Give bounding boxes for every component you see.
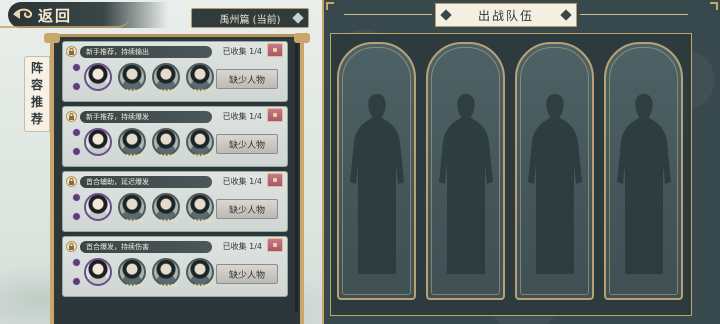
hero-avatar[interactable]: ★★★★★ bbox=[186, 258, 214, 289]
rank-badge-icon bbox=[71, 193, 81, 221]
lineup-card[interactable]: 首合爆发，持续伤害 已收集 1/4 ★★★★★ ★★★★★ ★★★★★ 缺少人物 bbox=[62, 236, 288, 297]
missing-hero-button[interactable]: 缺少人物 bbox=[216, 199, 278, 219]
lineup-card[interactable]: 首合辅助，延迟爆发 已收集 1/4 ★★★★★ ★★★★★ ★★★★★ 缺少人物 bbox=[62, 171, 288, 232]
list-scrollbar[interactable] bbox=[295, 43, 298, 313]
hero-avatar[interactable] bbox=[84, 63, 112, 91]
lineup-card[interactable]: 新手推荐，持续爆发 已收集 1/4 ★★★★★ ★★★★★ ★★★★★ 缺少人物 bbox=[62, 106, 288, 167]
team-slots bbox=[330, 33, 692, 316]
tab-char: 荐 bbox=[30, 112, 43, 126]
lock-icon bbox=[66, 176, 77, 187]
team-slot-3[interactable] bbox=[515, 42, 594, 300]
decorative-line bbox=[344, 14, 432, 15]
lineup-list-panel[interactable]: 新手推荐，持续输出 已收集 1/4 ★★★★★ ★★★★★ ★★★★★ 缺少人物… bbox=[44, 33, 310, 324]
tab-char: 阵 bbox=[30, 61, 43, 75]
missing-hero-button[interactable]: 缺少人物 bbox=[216, 264, 278, 284]
treasure-chest-icon[interactable] bbox=[267, 108, 283, 122]
corner-ornament bbox=[710, 2, 718, 10]
empty-hero-silhouette bbox=[617, 94, 671, 274]
team-panel: 出战队伍 bbox=[322, 0, 720, 324]
hero-avatar[interactable]: ★★★★★ bbox=[152, 193, 180, 224]
hero-avatar[interactable]: ★★★★★ bbox=[118, 193, 146, 224]
lineup-title: 新手推荐，持续爆发 bbox=[80, 110, 212, 123]
scroll-roll-end bbox=[294, 33, 310, 43]
hero-avatar[interactable]: ★★★★★ bbox=[152, 258, 180, 289]
hero-avatar[interactable]: ★★★★★ bbox=[152, 63, 180, 94]
lineup-title: 首合辅助，延迟爆发 bbox=[80, 175, 212, 188]
hero-avatar[interactable]: ★★★★★ bbox=[118, 63, 146, 94]
corner-ornament bbox=[326, 2, 334, 10]
lineup-card[interactable]: 新手推荐，持续输出 已收集 1/4 ★★★★★ ★★★★★ ★★★★★ 缺少人物 bbox=[62, 41, 288, 102]
hero-avatar[interactable]: ★★★★★ bbox=[186, 193, 214, 224]
empty-hero-silhouette bbox=[439, 94, 493, 274]
hero-avatar[interactable]: ★★★★★ bbox=[118, 128, 146, 159]
tab-lineup-recommend[interactable]: 阵 容 推 荐 bbox=[24, 56, 50, 132]
collected-count: 已收集 1/4 bbox=[222, 47, 262, 56]
chapter-label: 禹州篇 (当前) bbox=[219, 14, 281, 26]
hero-avatar[interactable] bbox=[84, 128, 112, 156]
team-slot-4[interactable] bbox=[604, 42, 683, 300]
lineup-title: 新手推荐，持续输出 bbox=[80, 45, 212, 58]
scroll-roll-end bbox=[44, 33, 60, 43]
treasure-chest-icon[interactable] bbox=[267, 43, 283, 57]
collected-count: 已收集 1/4 bbox=[222, 177, 262, 186]
team-title: 出战队伍 bbox=[435, 3, 577, 27]
hero-avatar[interactable]: ★★★★★ bbox=[186, 128, 214, 159]
diamond-dropdown-icon bbox=[292, 12, 304, 24]
treasure-chest-icon[interactable] bbox=[267, 238, 283, 252]
chapter-selector[interactable]: 禹州篇 (当前) bbox=[191, 8, 309, 28]
collected-count: 已收集 1/4 bbox=[222, 242, 262, 251]
missing-hero-button[interactable]: 缺少人物 bbox=[216, 134, 278, 154]
team-slot-2[interactable] bbox=[426, 42, 505, 300]
lock-icon bbox=[66, 111, 77, 122]
treasure-chest-icon[interactable] bbox=[267, 173, 283, 187]
lock-icon bbox=[66, 241, 77, 252]
hero-avatar[interactable] bbox=[84, 193, 112, 221]
tab-char: 推 bbox=[30, 95, 43, 109]
rank-badge-icon bbox=[71, 258, 81, 286]
hero-avatar[interactable]: ★★★★★ bbox=[118, 258, 146, 289]
hero-avatar[interactable]: ★★★★★ bbox=[186, 63, 214, 94]
missing-hero-button[interactable]: 缺少人物 bbox=[216, 69, 278, 89]
rank-badge-icon bbox=[71, 63, 81, 91]
rank-badge-icon bbox=[71, 128, 81, 156]
hero-avatar[interactable] bbox=[84, 258, 112, 286]
lock-icon bbox=[66, 46, 77, 57]
collected-count: 已收集 1/4 bbox=[222, 112, 262, 121]
empty-hero-silhouette bbox=[350, 94, 404, 274]
tab-char: 容 bbox=[30, 78, 43, 92]
hero-avatar[interactable]: ★★★★★ bbox=[152, 128, 180, 159]
team-slot-1[interactable] bbox=[337, 42, 416, 300]
decorative-swirl bbox=[0, 16, 130, 28]
decorative-line bbox=[580, 14, 688, 15]
empty-hero-silhouette bbox=[528, 94, 582, 274]
lineup-title: 首合爆发，持续伤害 bbox=[80, 240, 212, 253]
